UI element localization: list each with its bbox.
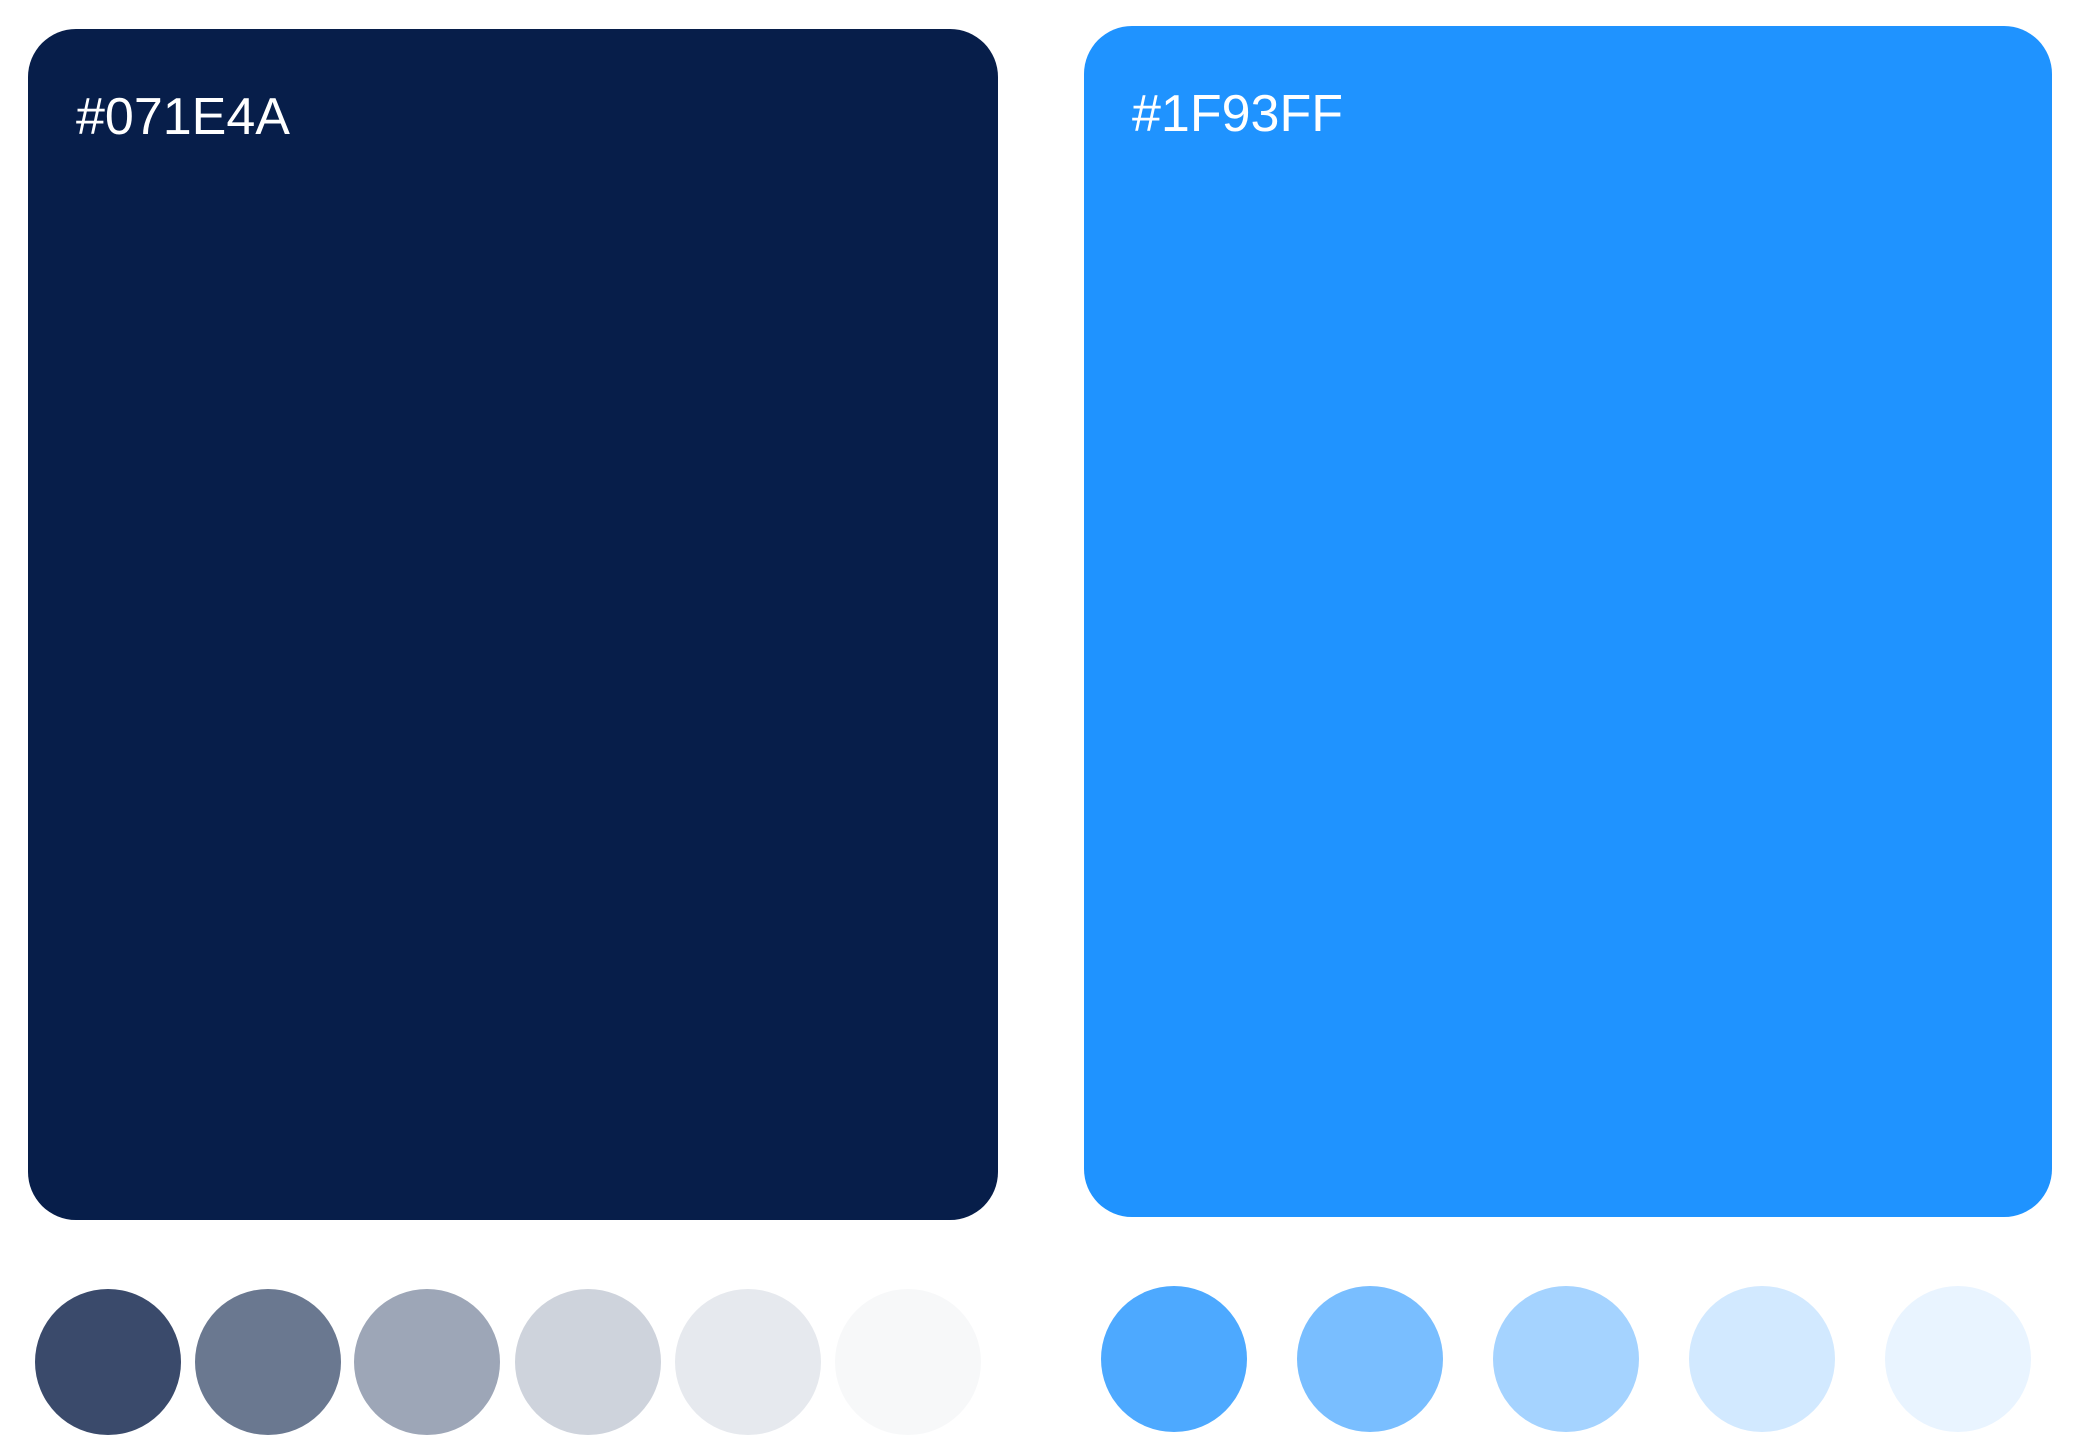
- tint-swatch: [1493, 1286, 1639, 1432]
- tint-row-navy: [0, 0, 1000, 1452]
- tint-swatch: [1101, 1286, 1247, 1432]
- tint-swatch: [675, 1289, 821, 1435]
- tint-swatch: [195, 1289, 341, 1435]
- tint-swatch: [354, 1289, 500, 1435]
- tint-swatch: [835, 1289, 981, 1435]
- tint-swatch: [1689, 1286, 1835, 1432]
- palette-blue: #1F93FF: [1074, 0, 2074, 1452]
- tint-swatch: [1885, 1286, 2031, 1432]
- tint-swatch: [515, 1289, 661, 1435]
- tint-swatch: [35, 1289, 181, 1435]
- palette-navy: #071E4A: [0, 0, 1000, 1452]
- tint-row-blue: [1074, 0, 2074, 1452]
- tint-swatch: [1297, 1286, 1443, 1432]
